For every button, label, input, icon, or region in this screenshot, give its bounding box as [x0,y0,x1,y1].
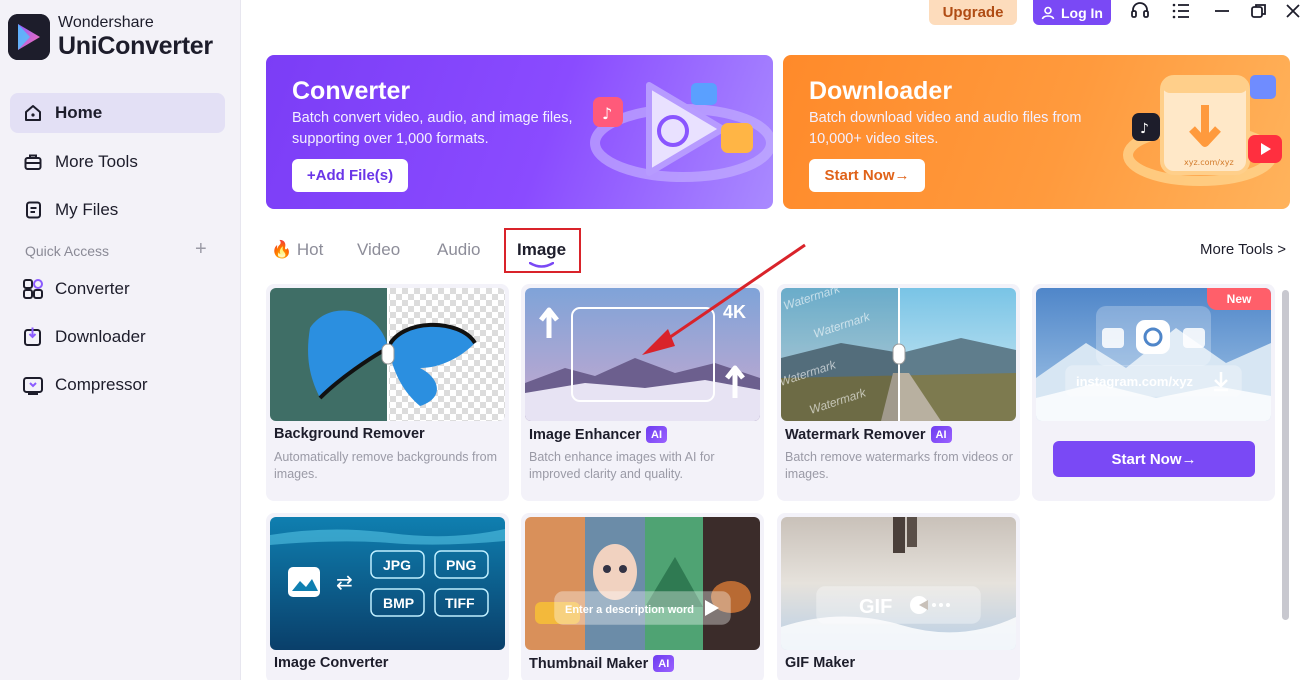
fire-icon: 🔥 [271,240,293,259]
sidebar-item-compressor[interactable]: Compressor [10,365,225,405]
sidebar-item-downloader[interactable]: Downloader [10,317,225,357]
downloader-icon [22,326,44,348]
card-title-text: Image Enhancer [529,426,642,443]
svg-text:♪: ♪ [1140,121,1149,137]
card-thumbnail-maker[interactable]: Enter a description word Thumbnail Maker… [521,513,764,680]
sidebar-item-home[interactable]: Home [10,93,225,133]
sidebar-item-more-tools[interactable]: More Tools [10,142,225,182]
sidebar-item-label: More Tools [55,152,138,171]
svg-text:⇄: ⇄ [336,570,353,594]
converter-banner-desc: Batch convert video, audio, and image fi… [292,110,573,147]
sidebar-item-label: Home [55,103,103,122]
converter-banner-title: Converter [292,77,411,105]
downloader-illustration-icon: xyz.com/xyz ♪ [1123,75,1282,186]
restore-window-icon[interactable] [1248,0,1270,22]
card-description: Batch remove watermarks from videos or i… [785,450,1013,481]
tab-label: Hot [296,240,324,259]
tab-video[interactable]: Video [357,240,400,260]
app-window: Wondershare UniConverter Home More Tools… [0,0,1300,680]
add-files-button[interactable]: +Add File(s) [292,159,408,192]
headset-support-icon[interactable] [1129,0,1151,22]
promo-url-text: instagram.com/xyz [1076,374,1194,389]
image-enhancer-thumbnail: 4K [525,288,760,421]
user-icon [1041,6,1055,20]
image-tab-highlight-box [504,228,581,273]
card-title: GIF Maker [785,655,856,671]
converter-icon [22,278,44,300]
card-image-converter[interactable]: ⇄ JPG PNG BMP TIFF Image Converter [266,513,509,680]
card-title-text: Thumbnail Maker [529,655,649,672]
card-background-remover[interactable]: Background Remover Automatically remove … [266,284,509,501]
format-png-label: PNG [446,557,476,573]
start-now-button[interactable]: Start Now→ [1053,441,1255,477]
menu-list-icon[interactable] [1170,0,1192,22]
card-watermark-remover[interactable]: Watermark Watermark Watermark Watermark … [777,284,1020,501]
login-button[interactable]: Log In [1033,0,1111,25]
sidebar-item-label: Converter [55,279,130,298]
brand: Wondershare UniConverter [8,14,213,60]
brand-product: UniConverter [58,32,213,60]
add-quick-access-icon[interactable]: + [195,238,207,261]
card-image-enhancer[interactable]: 4K Image Enhancer AI Batch enhance image… [521,284,764,501]
downloader-banner[interactable]: Downloader Batch download video and audi… [783,55,1290,209]
watermark-remover-thumbnail: Watermark Watermark Watermark Watermark [781,288,1016,421]
ai-badge: AI [653,655,675,672]
compressor-icon [22,374,44,396]
more-tools-link[interactable]: More Tools > [1200,241,1286,258]
minimize-icon[interactable] [1211,0,1233,22]
background-remover-thumbnail [270,288,505,421]
sidebar-item-label: My Files [55,200,119,219]
login-label: Log In [1061,4,1103,21]
converter-illustration-icon: ♪ [590,82,773,182]
downloader-art-url: xyz.com/xyz [1184,158,1234,167]
file-icon [22,199,44,221]
uniconverter-logo-icon [8,14,50,60]
converter-banner[interactable]: Converter Batch convert video, audio, an… [266,55,773,209]
new-badge: New [1207,288,1271,310]
card-title-text: Watermark Remover [785,426,926,443]
tab-hot[interactable]: 🔥 Hot [271,240,323,260]
ai-badge: AI [930,426,952,443]
gif-label: GIF [859,596,892,618]
card-description: Automatically remove backgrounds from im… [274,450,498,481]
card-title: Image Converter [274,655,389,671]
quick-access-label: Quick Access [25,243,110,259]
format-jpg-label: JPG [383,557,411,573]
enhancer-4k-label: 4K [723,302,746,322]
downloader-banner-title: Downloader [809,77,953,105]
toolbox-icon [22,151,44,173]
card-title: Watermark Remover AI [785,426,952,443]
content-scrollbar[interactable] [1282,290,1289,620]
home-icon [22,102,44,124]
format-bmp-label: BMP [383,595,414,611]
format-tiff-label: TIFF [445,595,475,611]
card-gif-maker[interactable]: GIF GIF Maker [777,513,1020,680]
card-title: Thumbnail Maker AI [529,655,675,672]
card-description: Batch enhance images with AI for improve… [529,450,715,481]
brand-company: Wondershare [58,14,154,31]
sidebar: Wondershare UniConverter Home More Tools… [0,0,241,680]
close-icon[interactable] [1282,0,1300,22]
ai-badge: AI [646,426,668,443]
card-title: Background Remover [274,426,425,442]
sidebar-item-label: Downloader [55,327,146,346]
start-now-downloader-button[interactable]: Start Now→ [809,159,925,192]
card-title: Image Enhancer AI [529,426,668,443]
sidebar-item-label: Compressor [55,375,148,394]
instagram-promo-thumbnail: instagram.com/xyz New [1036,288,1271,421]
downloader-banner-desc: Batch download video and audio files fro… [809,110,1082,147]
thumbnail-maker-thumbnail: Enter a description word [525,517,760,650]
tab-audio[interactable]: Audio [437,240,480,260]
sidebar-item-my-files[interactable]: My Files [10,190,225,230]
upgrade-button[interactable]: Upgrade [929,0,1017,25]
sidebar-item-converter[interactable]: Converter [10,269,225,309]
image-converter-thumbnail: ⇄ JPG PNG BMP TIFF [270,517,505,650]
description-prompt-text: Enter a description word [565,604,694,616]
gif-maker-thumbnail: GIF [781,517,1016,650]
svg-text:♪: ♪ [602,104,612,123]
